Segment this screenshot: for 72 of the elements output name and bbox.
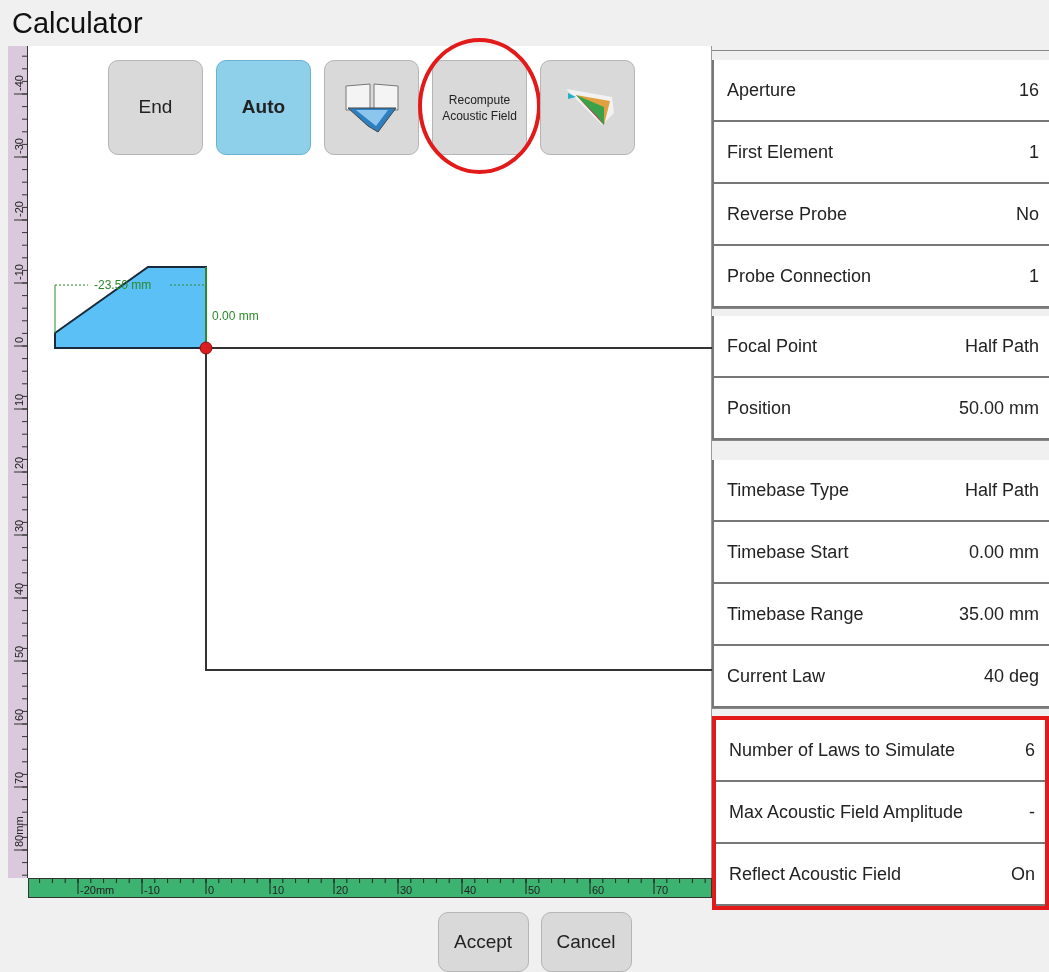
toolbar-button[interactable]: [540, 60, 635, 155]
setting-row[interactable]: Position 50.00 mm: [714, 378, 1049, 440]
setting-label: First Element: [727, 140, 834, 164]
ruler-label: 10: [13, 393, 25, 406]
setting-label: Focal Point: [727, 334, 818, 358]
ruler-label: 60: [13, 708, 25, 721]
setting-value: 1: [1029, 140, 1039, 164]
ruler-label: 40: [13, 582, 25, 595]
ruler-label: -30: [13, 138, 25, 154]
setting-label: Probe Connection: [727, 264, 872, 288]
dialog-button[interactable]: Accept: [437, 912, 529, 972]
toolbar-button[interactable]: [324, 60, 419, 155]
ruler-label: -10: [144, 884, 160, 896]
window-title: Calculator: [11, 6, 144, 41]
setting-label: Max Acoustic Field Amplitude: [729, 800, 964, 824]
ruler-label: 20: [13, 456, 25, 469]
setting-label: Reverse Probe: [727, 202, 848, 226]
ruler-label: 40: [464, 884, 477, 896]
origin-dot: [199, 341, 213, 355]
ruler-label: 0: [13, 336, 25, 343]
setting-value: On: [1011, 862, 1035, 886]
setting-value: 1: [1029, 264, 1039, 288]
setting-row[interactable]: First Element 1: [714, 122, 1049, 184]
ruler-label: 10: [272, 884, 285, 896]
setting-row[interactable]: Max Acoustic Field Amplitude -: [716, 782, 1045, 844]
setting-value: -: [1029, 800, 1035, 824]
ruler-label: 50: [528, 884, 541, 896]
ruler-label: 0: [208, 884, 215, 896]
ruler-label: 50: [13, 645, 25, 658]
ruler-label: 80mm: [13, 816, 25, 847]
setting-value: Half Path: [964, 334, 1039, 358]
ruler-label: -20: [13, 201, 25, 217]
setting-value: Half Path: [964, 478, 1039, 502]
ruler-label: 30: [400, 884, 413, 896]
setting-row[interactable]: Reverse Probe No: [714, 184, 1049, 246]
setting-row[interactable]: Timebase Start 0.00 mm: [714, 522, 1049, 584]
ruler-label: 20: [336, 884, 349, 896]
ruler-label: 70: [13, 771, 25, 784]
ruler-label: 70: [656, 884, 669, 896]
setting-label: Aperture: [727, 78, 797, 102]
ruler-label: -40: [13, 75, 25, 91]
setting-label: Reflect Acoustic Field: [729, 862, 902, 886]
toolbar-button[interactable]: End: [108, 60, 203, 155]
setting-label: Number of Laws to Simulate: [729, 738, 956, 762]
setting-value: 16: [1018, 78, 1039, 102]
setting-row[interactable]: Reflect Acoustic Field On: [716, 844, 1045, 906]
ruler-label: 60: [592, 884, 605, 896]
setting-row[interactable]: Current Law 40 deg: [714, 646, 1049, 708]
setting-value: 50.00 mm: [958, 396, 1039, 420]
setting-value: 35.00 mm: [958, 602, 1039, 626]
ruler-label: 30: [13, 519, 25, 532]
ruler-label: -10: [13, 264, 25, 280]
setting-row[interactable]: Timebase Type Half Path: [714, 460, 1049, 522]
setting-label: Timebase Type: [727, 478, 850, 502]
setting-row[interactable]: Focal Point Half Path: [714, 316, 1049, 378]
setting-value: 6: [1025, 738, 1035, 762]
setting-row[interactable]: Timebase Range 35.00 mm: [714, 584, 1049, 646]
setting-label: Current Law: [727, 664, 826, 688]
setting-label: Timebase Start: [727, 540, 849, 564]
setting-value: 0.00 mm: [968, 540, 1039, 564]
ruler-label: -20mm: [80, 884, 115, 896]
setting-label: Timebase Range: [727, 602, 864, 626]
setting-row[interactable]: Probe Connection 1: [714, 246, 1049, 308]
setting-label: Position: [727, 396, 792, 420]
setting-row[interactable]: Aperture 16: [714, 60, 1049, 122]
setting-value: No: [1016, 202, 1039, 226]
setting-row[interactable]: Number of Laws to Simulate 6: [716, 720, 1045, 782]
dialog-button[interactable]: Cancel: [540, 912, 632, 972]
toolbar-button[interactable]: Recompute Acoustic Field: [432, 60, 527, 155]
setting-value: 40 deg: [983, 664, 1039, 688]
dimension-label: 0.00 mm: [212, 309, 259, 323]
toolbar-button[interactable]: Auto: [216, 60, 311, 155]
